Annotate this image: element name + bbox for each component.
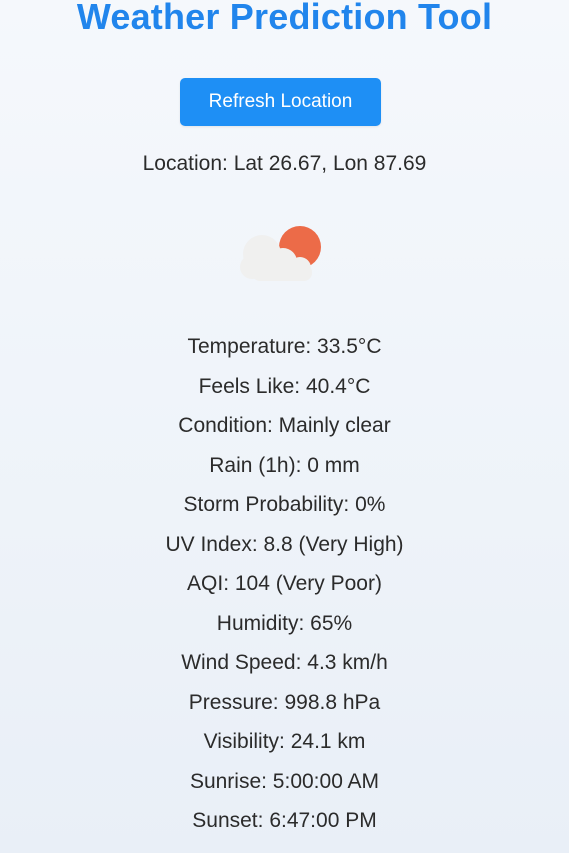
- temperature-reading: Temperature: 33.5°C: [187, 335, 382, 358]
- location-text: Location: Lat 26.67, Lon 87.69: [142, 152, 427, 175]
- pressure-reading: Pressure: 998.8 hPa: [188, 690, 381, 714]
- storm-probability-reading: Storm Probability: 0%: [183, 493, 386, 516]
- refresh-location-button[interactable]: Refresh Location: [180, 78, 381, 126]
- sunset-reading: Sunset: 6:47:00 PM: [192, 809, 377, 832]
- aqi-reading: AQI: 104 (Very Poor): [187, 572, 382, 595]
- sunrise-reading: Sunrise: 5:00:00 AM: [189, 769, 380, 793]
- visibility-reading: Visibility: 24.1 km: [203, 730, 366, 753]
- page-title: Weather Prediction Tool: [76, 0, 493, 37]
- rain-reading: Rain (1h): 0 mm: [209, 453, 360, 477]
- uv-index-reading: UV Index: 8.8 (Very High): [165, 532, 404, 556]
- condition-reading: Condition: Mainly clear: [178, 414, 391, 437]
- weather-readings-list: Temperature: 33.5°C Feels Like: 40.4°C C…: [0, 332, 569, 846]
- partly-sunny-icon: [236, 220, 332, 292]
- wind-speed-reading: Wind Speed: 4.3 km/h: [181, 651, 388, 674]
- feels-like-reading: Feels Like: 40.4°C: [198, 374, 371, 398]
- humidity-reading: Humidity: 65%: [216, 611, 353, 635]
